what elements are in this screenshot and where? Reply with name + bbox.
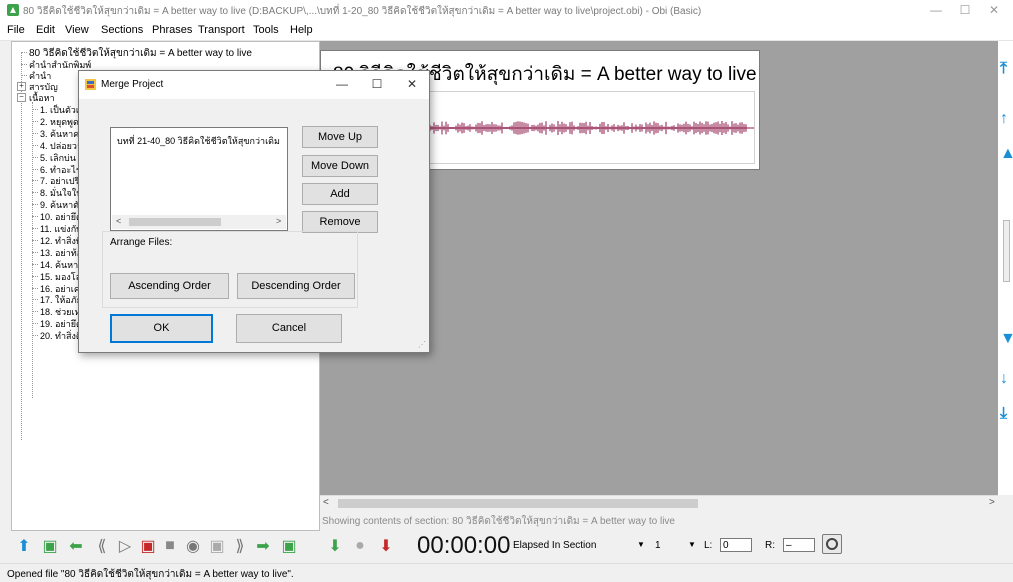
menu-transport[interactable]: Transport <box>198 24 245 36</box>
menu-view[interactable]: View <box>65 24 89 36</box>
time-mode-select[interactable]: Elapsed In Section <box>513 540 596 551</box>
left-meter-field[interactable]: 0 <box>720 538 752 552</box>
collapse-icon[interactable]: − <box>17 93 26 102</box>
monitor-icon[interactable]: ◉ <box>183 536 203 556</box>
left-meter-label: L: <box>704 540 713 551</box>
chevron-down-icon[interactable]: ▼ <box>688 540 696 549</box>
right-meter-label: R: <box>765 540 775 551</box>
menu-edit[interactable]: Edit <box>36 24 55 36</box>
info-icon[interactable]: ● <box>350 536 370 556</box>
scroll-right-icon[interactable]: > <box>989 497 995 508</box>
menu-sections[interactable]: Sections <box>101 24 143 36</box>
play-icon[interactable]: ▷ <box>115 536 135 556</box>
previous-section-icon[interactable]: ⬅ <box>66 536 86 556</box>
minimize-button[interactable]: — <box>926 2 946 19</box>
merge-project-icon <box>85 79 96 90</box>
dialog-minimize-button[interactable]: — <box>334 77 350 91</box>
remove-button[interactable]: Remove <box>302 211 378 233</box>
descending-order-button[interactable]: Descending Order <box>237 273 355 299</box>
chevron-down-icon[interactable]: ▼ <box>637 540 645 549</box>
menu-help[interactable]: Help <box>290 24 313 36</box>
insert-section-icon[interactable]: ▣ <box>279 536 299 556</box>
menu-tools[interactable]: Tools <box>253 24 279 36</box>
scroll-right-icon[interactable]: > <box>276 216 281 226</box>
fast-forward-icon[interactable]: ⟫ <box>230 536 250 556</box>
project-file-list[interactable]: บทที่ 21-40_80 วิธีคิดใช้ชีวิตให้สุขกว่า… <box>110 127 288 231</box>
dialog-title: Merge Project <box>101 79 164 90</box>
scroll-left-icon[interactable]: < <box>323 497 329 508</box>
move-down-button[interactable]: Move Down <box>302 155 378 177</box>
record-icon[interactable]: ▣ <box>138 536 158 556</box>
zoom-slider[interactable] <box>1003 220 1010 282</box>
obi-app-icon <box>7 4 19 16</box>
scroll-top-icon[interactable]: ⤒ <box>1000 60 1007 78</box>
next-section-icon[interactable]: ➡ <box>253 536 273 556</box>
cancel-button[interactable]: Cancel <box>236 314 342 343</box>
ok-button[interactable]: OK <box>110 314 213 343</box>
window-title: 80 วิธีคิดใช้ชีวิตให้สุขกว่าเดิม = A bet… <box>23 6 702 17</box>
dialog-maximize-button[interactable]: ☐ <box>369 77 385 91</box>
next-phrase-icon[interactable]: ⬇ <box>325 536 345 556</box>
merge-project-dialog: Merge Project — ☐ ✕ บทที่ 21-40_80 วิธีค… <box>78 70 430 353</box>
pause-icon[interactable]: ▣ <box>207 536 227 556</box>
close-button[interactable]: ✕ <box>984 2 1004 19</box>
stop-icon[interactable]: ■ <box>160 536 180 556</box>
scroll-up-icon[interactable]: ↑ <box>1000 110 1008 128</box>
menu-file[interactable]: File <box>7 24 25 36</box>
page-up-icon[interactable]: ▲ <box>1000 145 1013 163</box>
go-to-end-icon[interactable]: ⬇ <box>376 536 396 556</box>
scroll-left-icon[interactable]: < <box>116 216 121 226</box>
list-item[interactable]: บทที่ 21-40_80 วิธีคิดใช้ชีวิตให้สุขกว่า… <box>117 134 281 148</box>
level-select[interactable]: 1 <box>655 540 661 551</box>
add-section-icon[interactable]: ▣ <box>40 536 60 556</box>
list-scrollbar-thumb[interactable] <box>129 218 221 226</box>
right-meter-field[interactable]: – <box>783 538 815 552</box>
scrollbar-thumb[interactable] <box>338 499 698 508</box>
expand-icon[interactable]: + <box>17 82 26 91</box>
scroll-down-icon[interactable]: ↓ <box>1000 370 1008 388</box>
arrange-files-label: Arrange Files: <box>110 237 173 248</box>
dialog-close-button[interactable]: ✕ <box>404 77 420 91</box>
move-up-button[interactable]: Move Up <box>302 126 378 148</box>
page-down-icon[interactable]: ▼ <box>1000 330 1013 348</box>
add-button[interactable]: Add <box>302 183 378 205</box>
ascending-order-button[interactable]: Ascending Order <box>110 273 229 299</box>
go-to-start-icon[interactable]: ⬆ <box>14 536 34 556</box>
section-status-text: Showing contents of section: 80 วิธีคิดใ… <box>322 516 675 527</box>
maximize-button[interactable]: ☐ <box>955 2 975 19</box>
reset-icon[interactable] <box>822 534 842 554</box>
menu-phrases[interactable]: Phrases <box>152 24 192 36</box>
time-display: 00:00:00 <box>417 532 511 559</box>
rewind-icon[interactable]: ⟪ <box>92 536 112 556</box>
resize-grip-icon[interactable]: ⋰ <box>418 340 426 349</box>
scroll-bottom-icon[interactable]: ⤓ <box>1000 405 1007 423</box>
